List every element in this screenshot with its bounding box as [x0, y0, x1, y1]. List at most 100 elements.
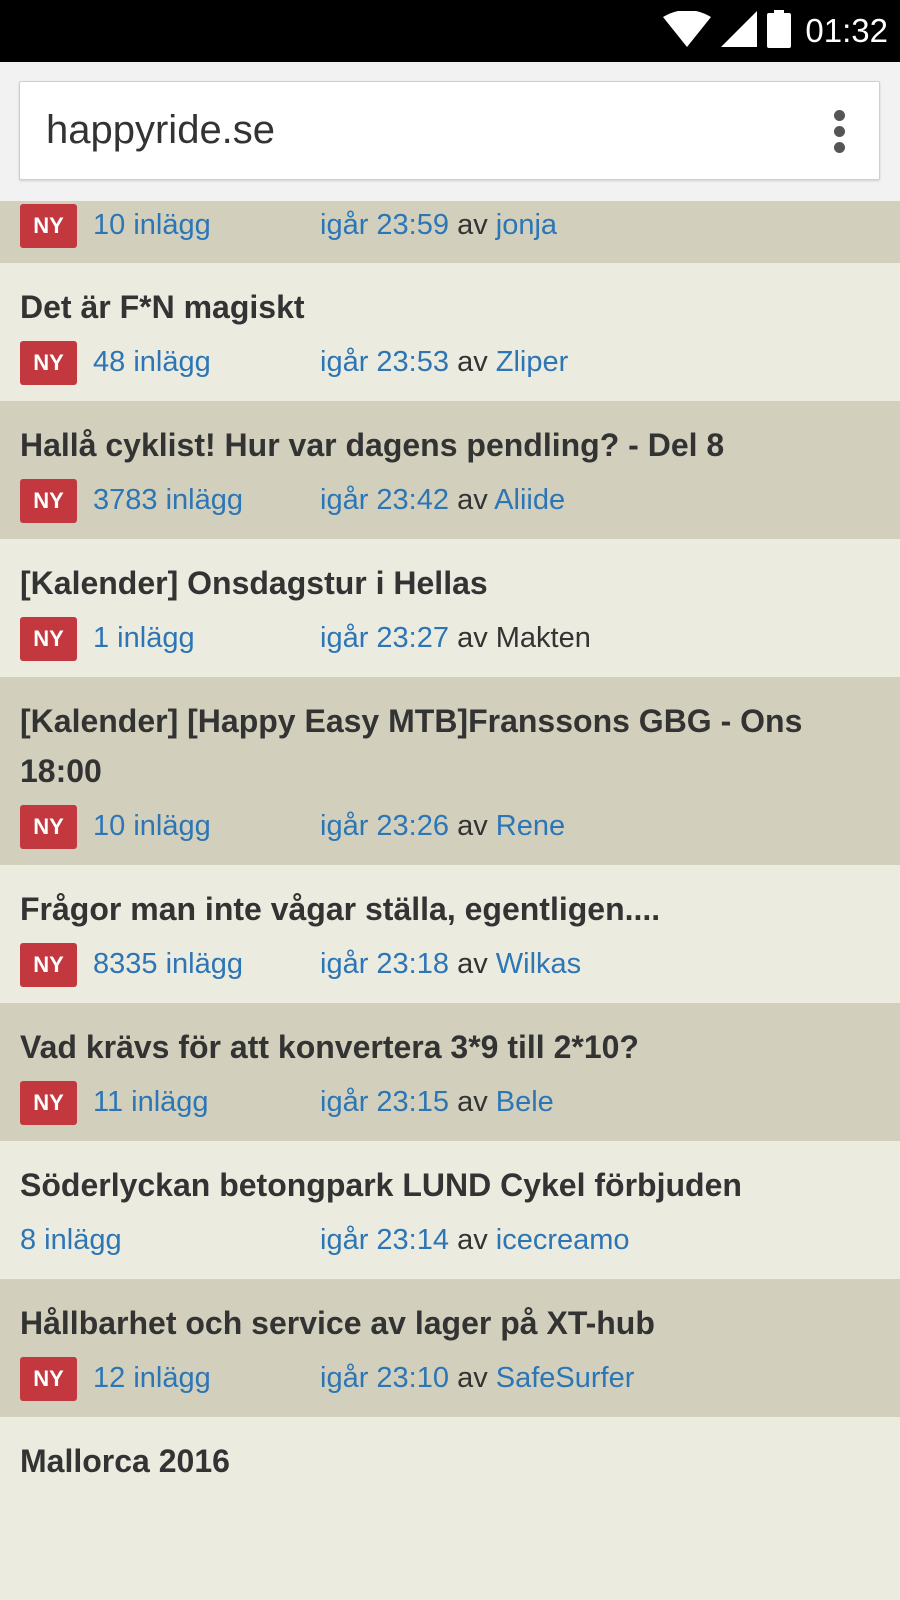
post-count-link[interactable]: 10 inlägg — [93, 205, 211, 245]
by-label: av — [457, 1224, 488, 1256]
author-link: Makten — [495, 622, 591, 654]
post-count-link[interactable]: 11 inlägg — [93, 1082, 209, 1122]
thread-title[interactable]: [Kalender] Onsdagstur i Hellas — [20, 539, 900, 608]
last-post-time-link[interactable]: igår 23:27 — [320, 622, 449, 654]
thread-row[interactable]: Hållbarhet och service av lager på XT-hu… — [0, 1279, 900, 1417]
row-spacer — [20, 520, 900, 539]
thread-title[interactable]: Det är F*N magiskt — [20, 263, 900, 332]
post-count-link[interactable]: 10 inlägg — [93, 806, 211, 846]
thread-row[interactable]: Vad krävs för att konvertera 3*9 till 2*… — [0, 1003, 900, 1141]
by-label: av — [457, 948, 488, 980]
new-badge[interactable]: NY — [20, 204, 77, 248]
row-spacer — [20, 1398, 900, 1417]
last-post-time-link[interactable]: igår 23:59 — [320, 209, 449, 241]
last-post-time-link[interactable]: igår 23:53 — [320, 346, 449, 378]
new-badge[interactable]: NY — [20, 943, 77, 987]
address-bar[interactable]: happyride.se — [19, 81, 880, 180]
thread-meta: NY 8335 inlägg igår 23:18 av Wilkas — [20, 943, 900, 987]
author-link[interactable]: jonja — [496, 209, 557, 241]
last-post-info: igår 23:27 av Makten — [320, 618, 591, 658]
post-count-link[interactable]: 1 inlägg — [93, 618, 195, 658]
thread-row[interactable]: Hallå cyklist! Hur var dagens pendling? … — [0, 401, 900, 539]
post-count-link[interactable]: 48 inlägg — [93, 342, 211, 382]
row-spacer — [20, 984, 900, 1003]
post-count-link[interactable]: 8335 inlägg — [93, 944, 243, 984]
last-post-time-link[interactable]: igår 23:15 — [320, 1086, 449, 1118]
post-count-link[interactable]: 3783 inlägg — [93, 480, 243, 520]
new-badge[interactable]: NY — [20, 1357, 77, 1401]
last-post-info: igår 23:14 av icecreamo — [320, 1220, 630, 1260]
last-post-time-link[interactable]: igår 23:42 — [320, 484, 449, 516]
author-link[interactable]: Aliide — [494, 484, 565, 516]
thread-title[interactable]: [Kalender] [Happy Easy MTB]Franssons GBG… — [20, 677, 900, 796]
status-icons: 01:32 — [663, 0, 888, 62]
thread-title[interactable]: Mallorca 2016 — [20, 1417, 900, 1486]
thread-row[interactable]: Söderlyckan betongpark LUND Cykel förbju… — [0, 1141, 900, 1279]
thread-row[interactable]: Mallorca 2016 — [0, 1417, 900, 1507]
thread-title[interactable]: Vad krävs för att konvertera 3*9 till 2*… — [20, 1003, 900, 1072]
new-badge[interactable]: NY — [20, 805, 77, 849]
signal-icon — [721, 10, 758, 52]
last-post-info: igår 23:15 av Bele — [320, 1082, 554, 1122]
wifi-icon — [663, 9, 712, 52]
last-post-time-link[interactable]: igår 23:18 — [320, 948, 449, 980]
last-post-time-link[interactable]: igår 23:10 — [320, 1362, 449, 1394]
author-link[interactable]: Wilkas — [496, 948, 581, 980]
thread-meta: NY 10 inlägg igår 23:26 av Rene — [20, 805, 900, 849]
row-spacer — [20, 1260, 900, 1279]
thread-list: NY 10 inlägg igår 23:59 av jonja Det är F*N… — [0, 201, 900, 1507]
post-count-link[interactable]: 12 inlägg — [93, 1358, 211, 1398]
last-post-info: igår 23:42 av Aliide — [320, 480, 565, 520]
thread-meta: NY 1 inlägg igår 23:27 av Makten — [20, 617, 900, 661]
by-label: av — [457, 1362, 488, 1394]
overflow-menu-icon[interactable] — [829, 110, 849, 154]
thread-row[interactable]: Frågor man inte vågar ställa, egentligen… — [0, 865, 900, 1003]
by-label: av — [457, 484, 488, 516]
new-badge[interactable]: NY — [20, 479, 77, 523]
by-label: av — [457, 1086, 488, 1118]
by-label: av — [457, 209, 488, 241]
browser-toolbar: happyride.se — [0, 62, 900, 201]
by-label: av — [457, 622, 488, 654]
new-badge[interactable]: NY — [20, 341, 77, 385]
new-badge[interactable]: NY — [20, 1081, 77, 1125]
status-bar: 01:32 — [0, 0, 900, 62]
thread-title[interactable]: Hållbarhet och service av lager på XT-hu… — [20, 1279, 900, 1348]
author-link[interactable]: Rene — [496, 810, 565, 842]
author-link[interactable]: SafeSurfer — [496, 1362, 635, 1394]
thread-title[interactable]: Hallå cyklist! Hur var dagens pendling? … — [20, 401, 900, 470]
thread-title[interactable]: Frågor man inte vågar ställa, egentligen… — [20, 865, 900, 934]
last-post-info: igår 23:59 av jonja — [320, 205, 557, 245]
post-count-link[interactable]: 8 inlägg — [20, 1220, 122, 1260]
thread-row[interactable]: [Kalender] Onsdagstur i Hellas NY 1 inlägg… — [0, 539, 900, 677]
battery-icon — [767, 9, 792, 53]
last-post-time-link[interactable]: igår 23:14 — [320, 1224, 449, 1256]
url-text[interactable]: happyride.se — [46, 108, 275, 153]
last-post-info: igår 23:10 av SafeSurfer — [320, 1358, 634, 1398]
status-time: 01:32 — [805, 12, 888, 49]
thread-row[interactable]: [Kalender] [Happy Easy MTB]Franssons GBG… — [0, 677, 900, 865]
thread-meta: NY 10 inlägg igår 23:59 av jonja — [20, 204, 900, 248]
thread-meta: NY 11 inlägg igår 23:15 av Bele — [20, 1081, 900, 1125]
last-post-info: igår 23:53 av Zliper — [320, 342, 568, 382]
row-spacer — [20, 1122, 900, 1141]
author-link[interactable]: icecreamo — [496, 1224, 630, 1256]
new-badge[interactable]: NY — [20, 617, 77, 661]
thread-meta: NY 3783 inlägg igår 23:42 av Aliide — [20, 479, 900, 523]
row-spacer — [20, 382, 900, 401]
thread-row[interactable]: Det är F*N magiskt NY 48 inlägg igår 23:53 … — [0, 263, 900, 401]
by-label: av — [457, 346, 488, 378]
last-post-info: igår 23:18 av Wilkas — [320, 944, 581, 984]
row-spacer — [20, 658, 900, 677]
last-post-time-link[interactable]: igår 23:26 — [320, 810, 449, 842]
by-label: av — [457, 810, 488, 842]
thread-meta: NY 48 inlägg igår 23:53 av Zliper — [20, 341, 900, 385]
author-link[interactable]: Zliper — [496, 346, 569, 378]
author-link[interactable]: Bele — [496, 1086, 554, 1118]
thread-meta: NY 12 inlägg igår 23:10 av SafeSurfer — [20, 1357, 900, 1401]
thread-meta: 8 inlägg igår 23:14 av icecreamo — [20, 1220, 900, 1260]
thread-title[interactable]: Söderlyckan betongpark LUND Cykel förbju… — [20, 1141, 900, 1210]
row-spacer — [20, 846, 900, 865]
thread-row[interactable]: NY 10 inlägg igår 23:59 av jonja — [0, 201, 900, 263]
last-post-info: igår 23:26 av Rene — [320, 806, 565, 846]
